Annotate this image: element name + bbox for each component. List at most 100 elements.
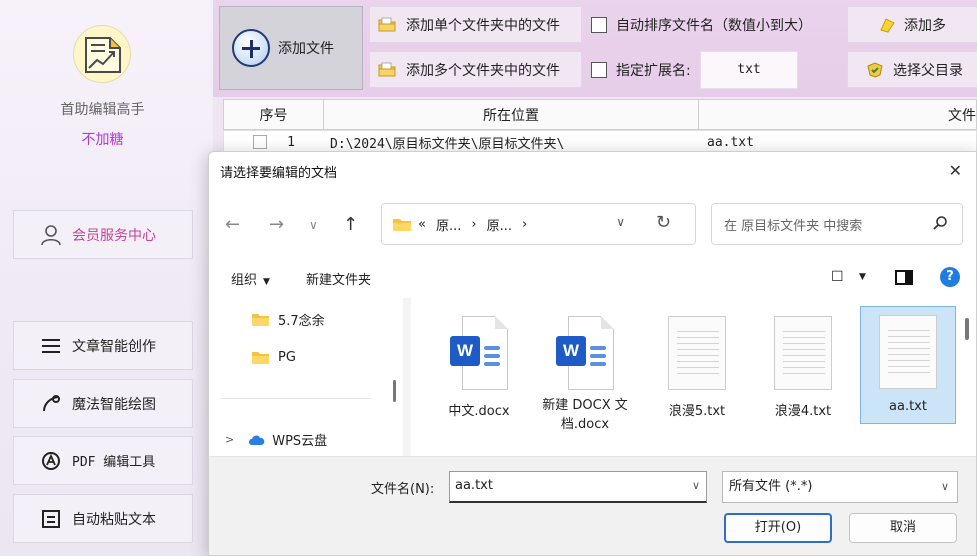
file-item-selected[interactable]: aa.txt (860, 306, 956, 424)
up-arrow-icon[interactable]: ↑ (343, 214, 358, 235)
checkbox-box[interactable] (591, 16, 607, 33)
help-icon[interactable]: ? (940, 267, 960, 287)
add-file-button[interactable]: 添加文件 (219, 6, 363, 90)
search-input[interactable]: 在 原目标文件夹 中搜索 (711, 203, 963, 245)
breadcrumb-item[interactable]: 原... (436, 215, 461, 234)
add-multi-folder-button[interactable]: 添加多个文件夹中的文件 (369, 51, 582, 88)
tree-item-label: WPS云盘 (272, 434, 328, 449)
chevron-down-icon[interactable]: ∨ (692, 472, 700, 500)
dialog-navbar: ← → ∨ ↑ « 原... › 原... › ∨ ↻ 在 原目标文件夹 中搜索 (209, 190, 976, 258)
breadcrumb-separator[interactable]: › (471, 217, 476, 232)
file-type-select[interactable]: 所有文件 (*.*) ∨ (722, 471, 958, 503)
preview-pane-icon[interactable] (895, 270, 913, 285)
select-parent-dir-button[interactable]: 选择父目录 (847, 51, 977, 88)
add-more-label: 添加多 (904, 17, 946, 34)
file-item[interactable]: 浪漫4.txt (755, 308, 851, 432)
breadcrumb-item[interactable]: 原... (487, 215, 512, 234)
open-file-dialog: 请选择要编辑的文档 ✕ ← → ∨ ↑ « 原... › 原... › ∨ ↻ … (208, 151, 977, 556)
nav-label: 文章智能创作 (72, 338, 156, 355)
nav-pdf-tool[interactable]: PDF 编辑工具 (13, 436, 193, 485)
nav-article-creation[interactable]: 文章智能创作 (13, 321, 193, 370)
folder-icon (251, 313, 270, 327)
row-location: D:\2024\原目标文件夹\原目标文件夹\ (330, 136, 565, 152)
member-center-button[interactable]: 会员服务中心 (13, 210, 193, 259)
file-name: 浪漫4.txt (774, 404, 832, 419)
column-header-no[interactable]: 序号 (224, 100, 324, 129)
user-icon (40, 224, 62, 246)
cancel-button[interactable]: 取消 (849, 513, 957, 543)
word-doc-icon: W (556, 316, 614, 390)
nav-label: 魔法智能绘图 (72, 396, 156, 413)
row-file: aa.txt (707, 134, 754, 150)
table-header: 序号 所在位置 文件 (223, 99, 977, 130)
chevron-down-icon[interactable]: ∨ (941, 472, 949, 502)
forward-arrow-icon[interactable]: → (269, 214, 284, 235)
add-multi-folder-label: 添加多个文件夹中的文件 (406, 62, 560, 79)
dialog-title: 请选择要编辑的文档 (220, 166, 338, 181)
row-checkbox[interactable] (253, 135, 268, 149)
search-placeholder: 在 原目标文件夹 中搜索 (724, 218, 863, 234)
close-icon[interactable]: ✕ (949, 161, 962, 180)
app-subtitle: 不加糖 (81, 132, 124, 148)
file-list: W 中文.docx W 新建 DOCX 文档.docx 浪漫5.txt 浪漫4.… (411, 298, 969, 456)
pane-separator[interactable] (403, 298, 411, 456)
chevron-down-icon[interactable]: ∨ (616, 215, 625, 229)
file-item[interactable]: W 新建 DOCX 文档.docx (537, 308, 633, 432)
specify-ext-checkbox[interactable]: 指定扩展名: (591, 51, 691, 88)
add-single-folder-button[interactable]: 添加单个文件夹中的文件 (369, 6, 582, 43)
tree-item-wps-cloud[interactable]: > WPS云盘 (225, 430, 327, 449)
chevron-down-icon[interactable]: ∨ (309, 218, 318, 232)
app-logo (73, 25, 131, 83)
caret-down-icon[interactable]: ▼ (859, 272, 866, 282)
filename-input[interactable]: aa.txt ∨ (449, 471, 707, 503)
nav-pane-scrollbar[interactable] (393, 380, 396, 402)
toolbar: 添加文件 添加单个文件夹中的文件 添加多个文件夹中的文件 自动排序文件名（数值小… (213, 0, 977, 97)
auto-sort-checkbox[interactable]: 自动排序文件名（数值小到大） (591, 6, 812, 43)
nav-auto-paste[interactable]: 自动粘贴文本 (13, 494, 193, 543)
column-header-location[interactable]: 所在位置 (324, 100, 699, 129)
folder-icon (378, 62, 396, 77)
extension-input[interactable]: txt (700, 51, 798, 89)
breadcrumb-separator[interactable]: › (522, 217, 527, 232)
column-header-file[interactable]: 文件 (699, 100, 976, 129)
checkbox-box[interactable] (591, 61, 607, 78)
add-more-button[interactable]: 添加多 (847, 6, 977, 43)
tree-item-folder[interactable]: 5.7念余 (251, 310, 325, 329)
specify-ext-label: 指定扩展名: (616, 62, 691, 79)
tree-item-folder[interactable]: PG (251, 350, 296, 365)
text-file-icon (774, 316, 832, 392)
text-file-icon (668, 316, 726, 392)
file-list-scrollbar[interactable] (965, 318, 969, 340)
file-name: 新建 DOCX 文档.docx (542, 398, 628, 432)
open-button[interactable]: 打开(O) (724, 513, 832, 543)
organize-menu[interactable]: 组织 ▼ (231, 269, 270, 288)
row-number: 1 (287, 134, 295, 150)
shield-folder-icon (866, 61, 884, 78)
file-item[interactable]: 浪漫5.txt (649, 308, 745, 432)
search-icon[interactable] (932, 215, 948, 235)
file-type-value: 所有文件 (*.*) (729, 479, 813, 494)
plus-circle-icon (232, 29, 270, 67)
chevron-right-icon[interactable]: > (225, 433, 234, 446)
text-file-icon (879, 315, 937, 391)
member-center-label: 会员服务中心 (72, 227, 156, 244)
filename-label: 文件名(N): (371, 482, 435, 497)
select-parent-dir-label: 选择父目录 (893, 62, 963, 79)
view-icon[interactable]: ☐ (831, 269, 844, 285)
file-name: 中文.docx (448, 404, 510, 419)
new-folder-button[interactable]: 新建文件夹 (306, 269, 371, 288)
word-doc-icon: W (450, 316, 508, 392)
nav-magic-drawing[interactable]: 魔法智能绘图 (13, 379, 193, 428)
list-icon (40, 335, 62, 357)
address-bar[interactable]: « 原... › 原... › ∨ ↻ (381, 203, 696, 245)
folder-icon (378, 17, 396, 32)
paste-icon (40, 508, 62, 530)
breadcrumb-overflow[interactable]: « (418, 217, 426, 232)
file-item[interactable]: W 中文.docx (431, 308, 527, 432)
tree-item-label: PG (278, 350, 296, 365)
row-number-cell: 1 (224, 131, 324, 153)
back-arrow-icon[interactable]: ← (225, 214, 240, 235)
refresh-icon[interactable]: ↻ (656, 212, 671, 233)
sidebar: 首助编辑高手 不加糖 会员服务中心 文章智能创作 魔法智能绘图 PDF 编辑工具… (0, 0, 210, 556)
organize-label: 组织 (231, 272, 258, 288)
